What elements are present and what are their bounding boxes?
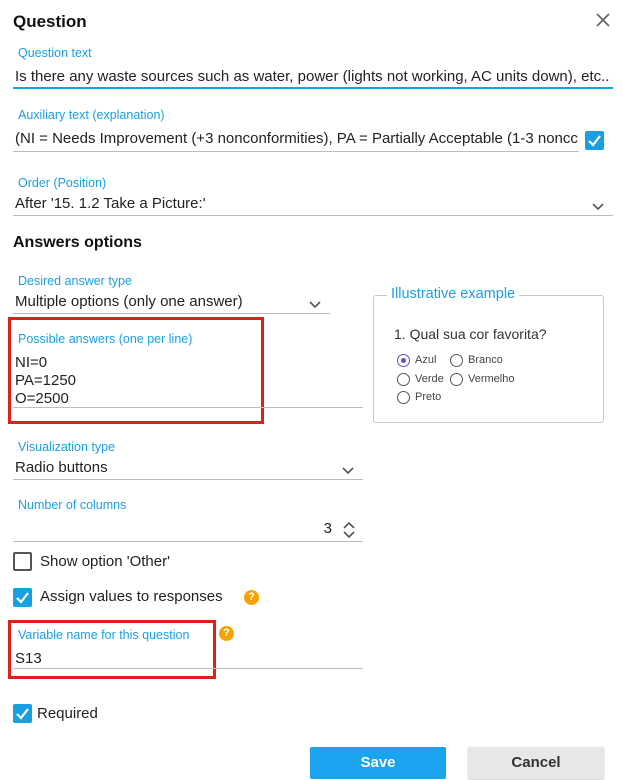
order-select[interactable]: After '15. 1.2 Take a Picture:'	[15, 195, 575, 212]
order-underline	[13, 215, 613, 216]
visualization-type-label: Visualization type	[18, 440, 116, 454]
help-icon[interactable]: ?	[244, 590, 259, 605]
example-radio-azul	[397, 354, 410, 367]
example-option-label: Verde	[415, 373, 444, 385]
possible-answers-label: Possible answers (one per line)	[18, 332, 193, 346]
dialog-title: Question	[13, 12, 87, 31]
answer-type-label: Desired answer type	[18, 274, 132, 288]
chevron-down-icon[interactable]	[591, 199, 605, 211]
possible-answer-line: O=2500	[15, 390, 69, 407]
question-text-input[interactable]: Is there any waste sources such as water…	[15, 68, 613, 85]
variable-name-underline	[13, 668, 363, 669]
example-radio-vermelho	[450, 373, 463, 386]
possible-answers-textarea[interactable]: NI=0 PA=1250 O=2500	[15, 354, 76, 408]
save-button[interactable]: Save	[310, 747, 446, 779]
example-option-label: Azul	[415, 354, 437, 366]
example-option-label: Vermelho	[468, 373, 515, 385]
auxiliary-text-checkbox[interactable]	[585, 131, 604, 150]
example-option-label: Branco	[468, 354, 503, 366]
cancel-button[interactable]: Cancel	[468, 747, 604, 779]
show-other-checkbox[interactable]	[13, 552, 32, 571]
example-option-label: Preto	[415, 391, 442, 403]
auxiliary-text-underline	[13, 151, 579, 152]
assign-values-checkbox[interactable]	[13, 588, 32, 607]
check-icon	[16, 592, 29, 604]
variable-name-label: Variable name for this question	[18, 628, 190, 642]
required-label: Required	[37, 705, 98, 722]
question-text-label: Question text	[18, 46, 92, 60]
visualization-type-underline	[13, 479, 363, 480]
example-radio-preto	[397, 391, 410, 404]
answers-section-title: Answers options	[13, 234, 142, 251]
stepper-icon[interactable]	[342, 520, 356, 540]
question-text-underline	[13, 87, 613, 89]
check-icon	[588, 135, 601, 147]
help-icon[interactable]: ?	[219, 626, 234, 641]
columns-input[interactable]: 3	[318, 520, 332, 537]
order-label: Order (Position)	[18, 176, 107, 190]
answer-type-select[interactable]: Multiple options (only one answer)	[15, 293, 305, 310]
illustrative-example-legend: Illustrative example	[387, 286, 520, 302]
variable-name-input[interactable]: S13	[15, 650, 315, 667]
chevron-down-icon[interactable]	[341, 463, 355, 475]
show-other-label: Show option 'Other'	[40, 553, 170, 570]
required-checkbox[interactable]	[13, 704, 32, 723]
close-icon[interactable]	[592, 9, 614, 31]
columns-label: Number of columns	[18, 498, 127, 512]
assign-values-label: Assign values to responses	[40, 588, 223, 605]
auxiliary-text-input[interactable]: (NI = Needs Improvement (+3 nonconformit…	[15, 130, 578, 147]
example-radio-verde	[397, 373, 410, 386]
answer-type-underline	[13, 313, 330, 314]
possible-answer-line: PA=1250	[15, 372, 77, 389]
chevron-down-icon[interactable]	[308, 297, 322, 309]
visualization-type-select[interactable]: Radio buttons	[15, 459, 335, 476]
example-question: 1. Qual sua cor favorita?	[394, 326, 547, 342]
columns-underline	[13, 541, 363, 542]
example-radio-branco	[450, 354, 463, 367]
possible-answers-underline	[13, 407, 363, 408]
auxiliary-text-label: Auxiliary text (explanation)	[18, 108, 165, 122]
check-icon	[16, 708, 29, 720]
possible-answer-line: NI=0	[15, 354, 48, 371]
